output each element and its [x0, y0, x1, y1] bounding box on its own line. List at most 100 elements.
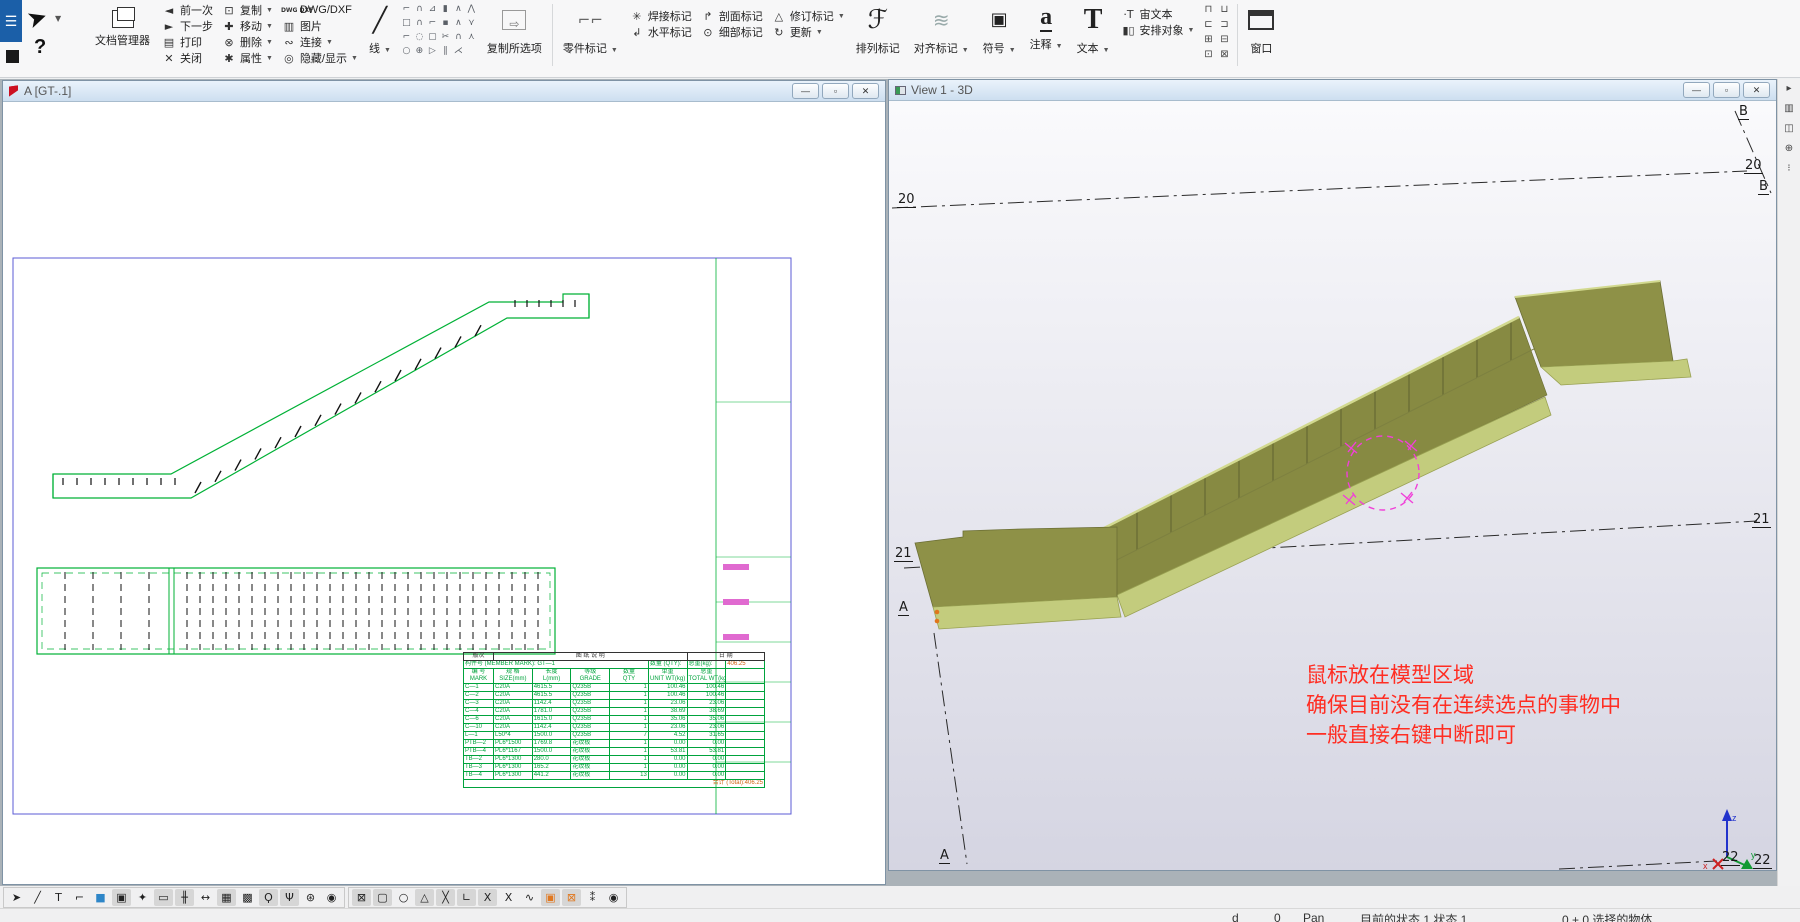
side-tool-icon[interactable]: ◫ [1784, 123, 1793, 134]
tool-icon[interactable]: ⊟ [1216, 34, 1232, 49]
toggle-button[interactable]: ⌐ [70, 889, 89, 906]
symbol-button[interactable]: ▣ 符号▼ [976, 0, 1023, 60]
drawing-canvas[interactable]: 版次图 纸 说 明日 期构件号 (MEMBER MARK): GT—1数量 (Q… [3, 102, 885, 884]
ribbon-item-剖面标记[interactable]: ↱剖面标记 [700, 8, 763, 24]
toggle-button[interactable]: ◉ [322, 889, 341, 906]
tool-icon[interactable]: ⊠ [1216, 49, 1232, 64]
toggle-button[interactable]: ⁑ [583, 889, 602, 906]
ribbon-item-属性[interactable]: ✱属性▼ [221, 50, 273, 66]
tool-icon[interactable]: ⊐ [1216, 19, 1232, 34]
toggle-button[interactable]: Ψ [280, 889, 299, 906]
minimize-button[interactable]: — [792, 83, 819, 99]
tool-icon[interactable]: ∥ [439, 46, 452, 60]
annotation-button[interactable]: a 注释▼ [1023, 0, 1070, 56]
dropdown-caret-icon[interactable]: ▼ [838, 13, 845, 20]
tool-icon[interactable]: ∧ [452, 4, 465, 18]
part-mark-button[interactable]: ⌐⌐ 零件标记▼ [556, 0, 625, 60]
ribbon-item-水平标记[interactable]: ↲水平标记 [629, 24, 692, 40]
side-tool-icon[interactable]: ▥ [1784, 103, 1793, 114]
tool-icon[interactable]: ⋀ [465, 4, 478, 18]
tool-icon[interactable]: ⊔ [1216, 4, 1232, 19]
ribbon-item-隐藏/显示[interactable]: ◎隐藏/显示▼ [281, 50, 358, 66]
tool-icon[interactable]: ∧ [452, 18, 465, 32]
document-manager-button[interactable]: 文档管理器 [88, 0, 157, 52]
dropdown-caret-icon[interactable]: ▼ [351, 55, 358, 62]
close-button[interactable]: ✕ [852, 83, 879, 99]
tool-icon[interactable]: ⋏ [465, 32, 478, 46]
side-tool-icon[interactable]: ⁝ [1787, 163, 1790, 174]
ribbon-item-复制[interactable]: ⊡复制▼ [221, 2, 273, 18]
dropdown-caret-icon[interactable]: ▼ [266, 7, 273, 14]
side-tool-icon[interactable]: ▸ [1786, 83, 1791, 94]
tool-icon[interactable]: ⋎ [465, 18, 478, 32]
toggle-button[interactable]: ➤ [7, 889, 26, 906]
dropdown-caret-icon[interactable]: ▼ [266, 39, 273, 46]
line-tool-button[interactable]: ╱ 线▼ [362, 0, 398, 60]
ribbon-item-连接[interactable]: ∾连接▼ [281, 34, 358, 50]
right-side-toolbar[interactable]: ▸ ▥ ◫ ⊕ ⁝ [1777, 79, 1800, 886]
toggle-button[interactable]: ∿ [520, 889, 539, 906]
ribbon-item-前一次[interactable]: ◄前一次 [161, 2, 213, 18]
toggle-button[interactable]: ✦ [133, 889, 152, 906]
ribbon-item-宙文本[interactable]: ·T宙文本 [1121, 6, 1195, 22]
toggle-button[interactable]: ╳ [436, 889, 455, 906]
side-tool-icon[interactable]: ⊕ [1785, 143, 1793, 154]
toggle-button[interactable]: X [499, 889, 518, 906]
sketch-shape-icons[interactable]: ⌐∩⊿▮∧⋀□∩⌐▪∧⋎⌐◌▢✂∩⋏○⊕▷∥⋌ [398, 0, 480, 64]
ribbon-item-打印[interactable]: ▤打印 [161, 34, 213, 50]
model-window-titlebar[interactable]: View 1 - 3D — ▫ ✕ [889, 80, 1776, 101]
ribbon-item-安排对象[interactable]: ▮▯安排对象▼ [1121, 22, 1195, 38]
tool-icon[interactable]: ⊿ [426, 4, 439, 18]
toggle-button[interactable]: T [49, 889, 68, 906]
ribbon-item-DWG/DXF[interactable]: DWG DXFDWG/DXF [281, 2, 358, 18]
tool-icon[interactable]: ⌐ [400, 32, 413, 46]
tool-icon[interactable]: ∩ [452, 32, 465, 46]
restore-button[interactable]: ▫ [1713, 82, 1740, 98]
toggle-button[interactable]: ∟ [457, 889, 476, 906]
ribbon-item-更新[interactable]: ↻更新▼ [771, 24, 845, 40]
toggle-button[interactable]: ◉ [604, 889, 623, 906]
toggle-button[interactable]: ⊠ [352, 889, 371, 906]
restore-button[interactable]: ▫ [822, 83, 849, 99]
ribbon-item-细部标记[interactable]: ⊙细部标记 [700, 24, 763, 40]
arrange-mark-button[interactable]: ℱ 排列标记 [849, 0, 907, 60]
toggle-button[interactable]: ■ [91, 889, 110, 906]
tool-icon[interactable]: ✂ [439, 32, 452, 46]
toggle-button[interactable]: ▦ [217, 889, 236, 906]
toggle-button[interactable]: ⊛ [301, 889, 320, 906]
toggle-button[interactable]: ▢ [373, 889, 392, 906]
window-button[interactable]: 窗口 [1241, 0, 1281, 60]
select-cursor-caret-icon[interactable]: ▼ [55, 14, 61, 23]
dropdown-caret-icon[interactable]: ▼ [816, 29, 823, 36]
tool-icon[interactable]: ▮ [439, 4, 452, 18]
toggle-button[interactable]: ╫ [175, 889, 194, 906]
align-mark-button[interactable]: ≋ 对齐标记▼ [907, 0, 976, 60]
tool-icon[interactable]: ⊓ [1200, 4, 1216, 19]
tool-icon[interactable]: ▷ [426, 46, 439, 60]
copy-selected-button[interactable]: ⇨ 复制所选项 [480, 0, 549, 60]
toggle-button[interactable]: ▩ [238, 889, 257, 906]
toggle-button[interactable]: ↔ [196, 889, 215, 906]
tool-icon[interactable]: ○ [400, 46, 413, 60]
toggle-button[interactable]: ╱ [28, 889, 47, 906]
tool-icon[interactable]: ⌐ [426, 18, 439, 32]
tool-icon[interactable]: ⊕ [413, 46, 426, 60]
tool-icon[interactable] [465, 46, 478, 60]
menu-icon[interactable]: ☰ [0, 0, 22, 42]
drawing-window-titlebar[interactable]: A [GT-.1] — ▫ ✕ [3, 81, 885, 102]
dropdown-caret-icon[interactable]: ▼ [1188, 27, 1195, 34]
ribbon-item-删除[interactable]: ⊗删除▼ [221, 34, 273, 50]
ribbon-item-图片[interactable]: ▥图片 [281, 18, 358, 34]
tool-icon[interactable]: ⋌ [452, 46, 465, 60]
help-icon[interactable]: ? [34, 36, 46, 59]
select-cursor-icon[interactable]: ➤ [23, 2, 51, 35]
dropdown-caret-icon[interactable]: ▼ [326, 39, 333, 46]
tool-icon[interactable]: ⊏ [1200, 19, 1216, 34]
toggle-button[interactable]: ▣ [541, 889, 560, 906]
text-button[interactable]: T 文本▼ [1070, 0, 1117, 60]
ribbon-item-修订标记[interactable]: △修订标记▼ [771, 8, 845, 24]
tool-icon[interactable]: ◌ [413, 32, 426, 46]
toggle-button[interactable]: ○ [394, 889, 413, 906]
tool-icon[interactable]: ⌐ [400, 4, 413, 18]
ribbon-item-关闭[interactable]: ✕关闭 [161, 50, 213, 66]
